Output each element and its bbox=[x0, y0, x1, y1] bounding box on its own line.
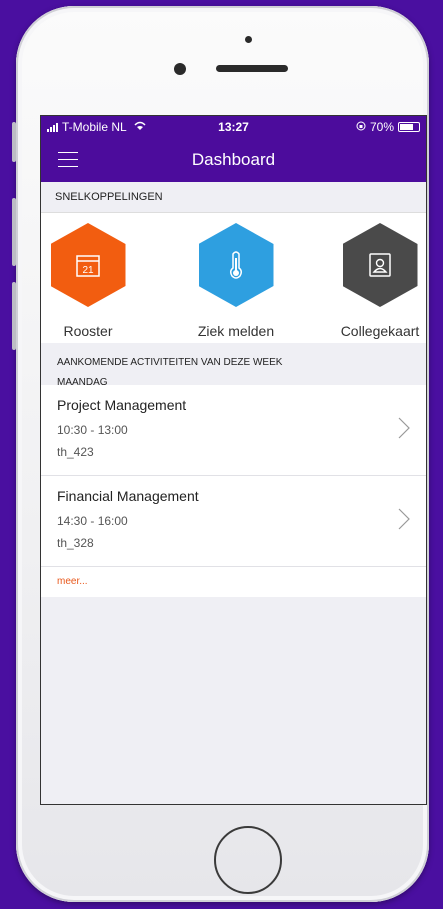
thermometer-icon bbox=[198, 223, 274, 307]
nav-bar: Dashboard bbox=[41, 138, 426, 182]
shortcut-label: Rooster bbox=[63, 323, 113, 339]
shortcut-collegekaart[interactable]: Collegekaart bbox=[320, 223, 426, 339]
activity-time: 14:30 - 16:00 bbox=[57, 514, 128, 528]
proximity-sensor bbox=[245, 36, 252, 43]
activity-time: 10:30 - 13:00 bbox=[57, 423, 128, 437]
id-card-icon bbox=[342, 223, 418, 307]
shortcuts-header: SNELKOPPELINGEN bbox=[41, 182, 426, 213]
app-screen: T-Mobile NL 13:27 70% Dashboard SNELKOPP… bbox=[40, 115, 427, 805]
orientation-lock-icon bbox=[356, 120, 366, 134]
clock: 13:27 bbox=[218, 120, 249, 134]
status-bar: T-Mobile NL 13:27 70% bbox=[41, 116, 426, 138]
shortcut-ziek-melden[interactable]: Ziek melden bbox=[176, 223, 296, 339]
front-camera bbox=[174, 63, 186, 75]
volume-up-button bbox=[12, 198, 16, 266]
shortcut-label: Ziek melden bbox=[197, 323, 275, 339]
activities-title: AANKOMENDE ACTIVITEITEN VAN DEZE WEEK bbox=[57, 357, 283, 368]
shortcut-rooster[interactable]: 21 Rooster bbox=[41, 223, 148, 339]
battery-icon bbox=[398, 122, 420, 132]
mute-switch bbox=[12, 122, 16, 162]
activity-room: th_328 bbox=[57, 536, 94, 550]
volume-down-button bbox=[12, 282, 16, 350]
chevron-right-icon bbox=[398, 417, 410, 444]
signal-icon bbox=[47, 122, 58, 132]
activity-title: Project Management bbox=[57, 397, 187, 413]
calendar-icon: 21 bbox=[50, 223, 126, 307]
activities-header: AANKOMENDE ACTIVITEITEN VAN DEZE WEEK MA… bbox=[41, 343, 426, 388]
activity-title: Financial Management bbox=[57, 488, 199, 504]
carrier-label: T-Mobile NL bbox=[62, 120, 127, 134]
earpiece-speaker bbox=[216, 65, 288, 72]
shortcut-label: Collegekaart bbox=[340, 323, 420, 339]
home-button[interactable] bbox=[214, 826, 282, 894]
wifi-icon bbox=[133, 120, 147, 134]
chevron-right-icon bbox=[398, 508, 410, 535]
activity-item[interactable]: Project Management 10:30 - 13:00 th_423 bbox=[41, 385, 426, 476]
calendar-day: 21 bbox=[82, 265, 94, 276]
activity-item[interactable]: Financial Management 14:30 - 16:00 th_32… bbox=[41, 476, 426, 567]
shortcuts-panel: 21 Rooster Ziek melden Collegekaart bbox=[41, 213, 426, 343]
menu-icon[interactable] bbox=[58, 152, 78, 168]
battery-percentage: 70% bbox=[369, 120, 394, 134]
page-title: Dashboard bbox=[191, 150, 276, 169]
activity-room: th_423 bbox=[57, 445, 94, 459]
more-link[interactable]: meer... bbox=[41, 567, 426, 597]
